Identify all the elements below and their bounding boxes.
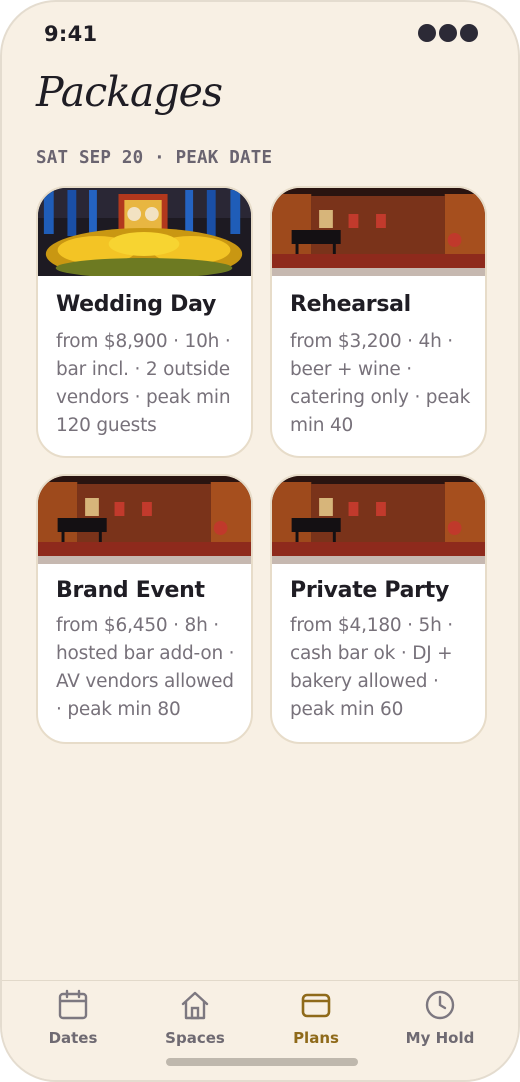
- stage-piano-image: [272, 476, 485, 564]
- status-indicators-icon: [418, 24, 478, 42]
- package-title: Private Party: [290, 578, 449, 603]
- package-card-wedding-day[interactable]: Wedding Day from $8,900 · 10h · bar incl…: [36, 186, 253, 458]
- tab-label: Spaces: [165, 1029, 225, 1047]
- tab-plans[interactable]: Plans: [261, 989, 371, 1059]
- phone-screen: 9:41 Packages SAT SEP 20 · PEAK DATE Wed…: [0, 0, 520, 1082]
- page-title: Packages: [36, 68, 223, 116]
- calendar-icon: [58, 989, 88, 1020]
- tab-dates[interactable]: Dates: [18, 989, 128, 1059]
- wallet-icon: [301, 993, 331, 1018]
- clock-icon: [425, 990, 455, 1020]
- tab-label: My Hold: [405, 1029, 475, 1047]
- package-description: from $6,450 · 8h · hosted bar add-on · A…: [56, 615, 235, 720]
- status-time: 9:41: [44, 22, 98, 46]
- stage-piano-image: [272, 188, 485, 276]
- package-description: from $3,200 · 4h · beer + wine · caterin…: [290, 331, 471, 436]
- package-description: from $4,180 · 5h · cash bar ok · DJ + ba…: [290, 615, 453, 720]
- package-title: Brand Event: [56, 578, 205, 603]
- tab-spaces[interactable]: Spaces: [140, 989, 250, 1059]
- tab-label: Dates: [48, 1029, 98, 1047]
- tab-label: Plans: [293, 1029, 339, 1047]
- tab-my-hold[interactable]: My Hold: [385, 989, 495, 1059]
- stage-piano-image: [38, 476, 251, 564]
- package-title: Rehearsal: [290, 292, 411, 317]
- package-card-private-party[interactable]: Private Party from $4,180 · 5h · cash ba…: [270, 474, 487, 744]
- home-icon: [181, 991, 209, 1020]
- home-indicator: [166, 1058, 358, 1066]
- packages-grid: Wedding Day from $8,900 · 10h · bar incl…: [36, 186, 488, 746]
- wedding-stage-image: [38, 188, 251, 276]
- package-card-brand-event[interactable]: Brand Event from $6,450 · 8h · hosted ba…: [36, 474, 253, 744]
- package-title: Wedding Day: [56, 292, 216, 317]
- status-bar: 9:41: [2, 2, 518, 66]
- tab-bar: Dates Spaces Plans My Hold: [2, 980, 518, 1080]
- date-label: SAT SEP 20 · PEAK DATE: [36, 148, 273, 168]
- package-description: from $8,900 · 10h · bar incl. · 2 outsid…: [56, 331, 231, 436]
- package-card-rehearsal[interactable]: Rehearsal from $3,200 · 4h · beer + wine…: [270, 186, 487, 458]
